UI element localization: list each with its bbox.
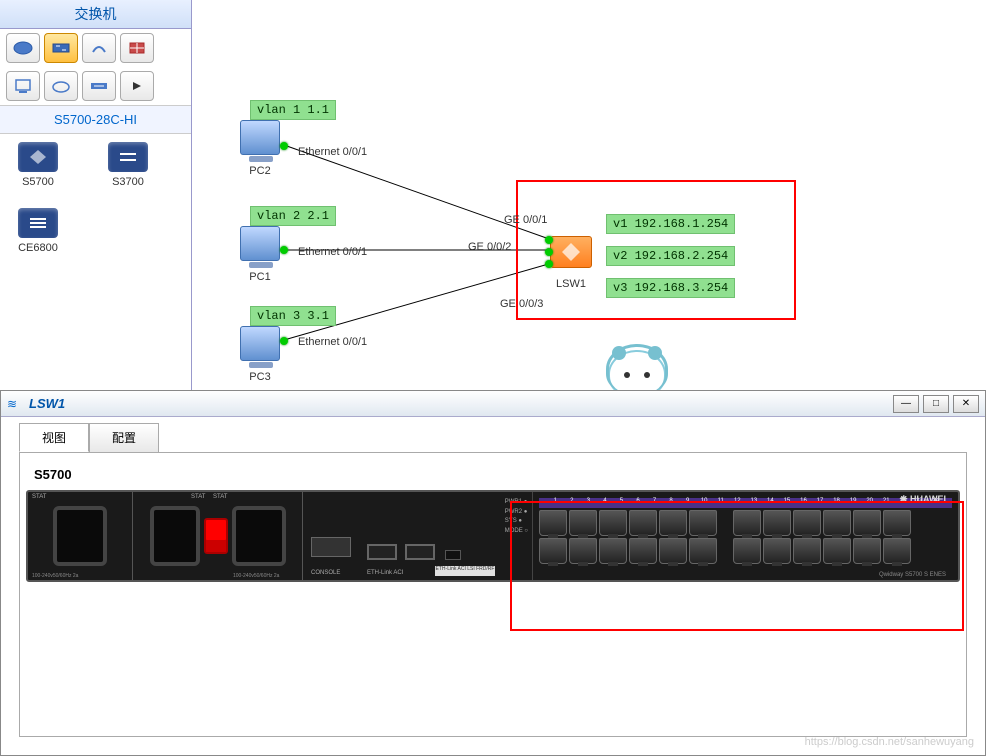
iface-label-pc1: Ethernet 0/0/1: [298, 246, 367, 258]
node-pc1[interactable]: PC1: [240, 226, 280, 283]
port-dot: [545, 236, 553, 244]
window-title: LSW1: [29, 396, 893, 411]
device-panel-window: ≋ LSW1 — □ ✕ 视图 配置 S5700 STAT 100-240v50…: [0, 390, 986, 756]
vip-v2: v2 192.168.2.254: [606, 246, 735, 266]
psu-1: STAT 100-240v50/60Hz 2a: [28, 492, 133, 580]
firewall-icon[interactable]: [120, 33, 154, 63]
iface-ge003: GE 0/0/3: [500, 298, 543, 310]
port-dot: [545, 248, 553, 256]
device-grid: S5700 S3700 CE6800: [0, 134, 191, 262]
maximize-button[interactable]: □: [923, 395, 949, 413]
device-s5700[interactable]: S5700: [8, 142, 68, 188]
switch-model-label: S5700: [34, 467, 960, 482]
port-dot: [545, 260, 553, 268]
hub-icon[interactable]: [82, 71, 116, 101]
switch-icon[interactable]: [44, 33, 78, 63]
router-icon[interactable]: [6, 33, 40, 63]
wireless-icon[interactable]: [82, 33, 116, 63]
tab-view[interactable]: 视图: [19, 423, 89, 452]
device-palette: 交换机 S5700-28C-HI S5700 S3700: [0, 0, 192, 390]
vlan-tag-pc3: vlan 3 3.1: [250, 306, 336, 326]
iface-ge002: GE 0/0/2: [468, 241, 511, 253]
topology-canvas[interactable]: vlan 1 1.1 PC2 Ethernet 0/0/1 vlan 2 2.1…: [192, 0, 986, 390]
palette-title: 交换机: [0, 0, 191, 29]
tool-row-1: [0, 29, 191, 67]
node-lsw1[interactable]: LSW1: [550, 236, 592, 290]
vip-v3: v3 192.168.3.254: [606, 278, 735, 298]
watermark: https://blog.csdn.net/sanhewuyang: [805, 736, 974, 748]
selected-device-label: S5700-28C-HI: [0, 105, 191, 134]
node-pc2[interactable]: PC2: [240, 120, 280, 177]
cloud-icon[interactable]: [44, 71, 78, 101]
minimize-button[interactable]: —: [893, 395, 919, 413]
port-dot: [280, 337, 288, 345]
app-icon: ≋: [7, 397, 23, 411]
annotation-box-ports: [510, 501, 964, 631]
psu-2: STAT STAT 100-240v50/60Hz 2a: [133, 492, 303, 580]
pc-icon[interactable]: [6, 71, 40, 101]
port-dot: [280, 142, 288, 150]
vlan-tag-pc2: vlan 1 1.1: [250, 100, 336, 120]
close-button[interactable]: ✕: [953, 395, 979, 413]
device-s3700[interactable]: S3700: [98, 142, 158, 188]
iface-label-pc2: Ethernet 0/0/1: [298, 146, 367, 158]
device-ce6800[interactable]: CE6800: [8, 208, 68, 254]
vip-v1: v1 192.168.1.254: [606, 214, 735, 234]
iface-label-pc3: Ethernet 0/0/1: [298, 336, 367, 348]
node-pc3[interactable]: PC3: [240, 326, 280, 383]
tab-config[interactable]: 配置: [89, 423, 159, 452]
tool-row-2: [0, 67, 191, 105]
port-dot: [280, 246, 288, 254]
iface-ge001: GE 0/0/1: [504, 214, 547, 226]
management-section: CONSOLE ETH-Link ACI ETH-Link ACI LSI FR…: [303, 492, 533, 580]
terminal-icon[interactable]: [120, 71, 154, 101]
power-switch-icon[interactable]: [204, 518, 228, 554]
vlan-tag-pc1: vlan 2 2.1: [250, 206, 336, 226]
tab-content-view: S5700 STAT 100-240v50/60Hz 2a STAT STAT …: [19, 452, 967, 737]
titlebar[interactable]: ≋ LSW1 — □ ✕: [1, 391, 985, 417]
tab-bar: 视图 配置: [1, 417, 985, 452]
